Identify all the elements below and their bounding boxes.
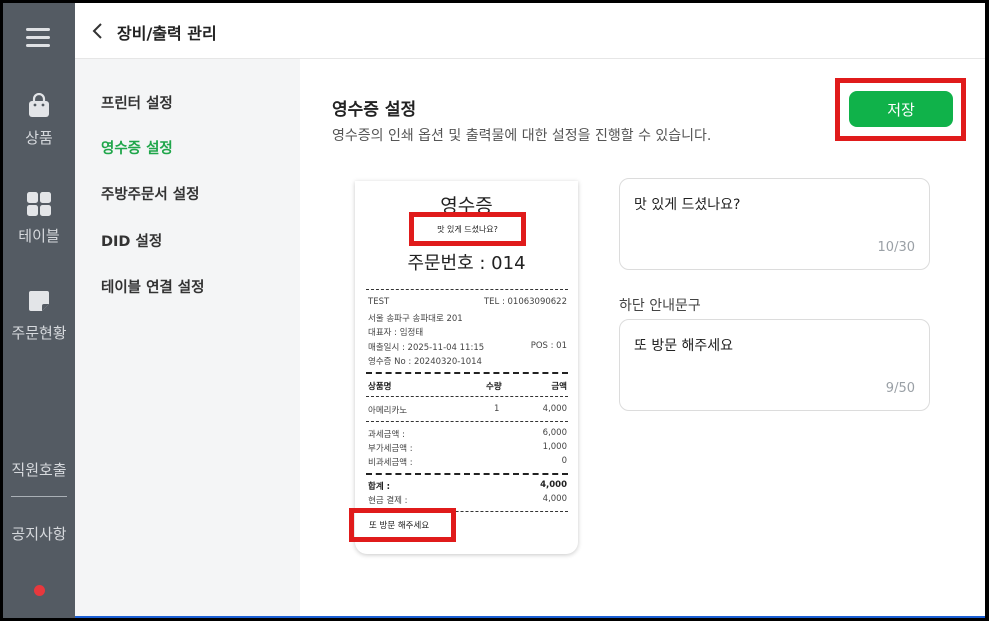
receipt-pos: POS : 01 bbox=[530, 341, 567, 351]
receipt-header-amount: 금액 bbox=[551, 382, 567, 392]
rail-item-label: 주문현황 bbox=[11, 324, 67, 342]
rail-divider bbox=[11, 496, 67, 497]
receipt-divider bbox=[366, 473, 568, 475]
receipt-nontax-value: 0 bbox=[561, 456, 567, 466]
receipt-total-label: 합계 : bbox=[368, 482, 390, 492]
status-dot bbox=[34, 585, 45, 596]
bottom-message-input[interactable]: 또 방문 해주세요 9/50 bbox=[619, 319, 930, 411]
rail-item-label: 직원호출 bbox=[11, 461, 67, 479]
receipt-tel: TEL : 01063090622 bbox=[483, 297, 567, 307]
app-window: 상품 테이블 주문현황 직원호출 공지사항 장비/출력 관리 프린터 설정 영수… bbox=[3, 3, 985, 618]
receipt-order-number: 주문번호 : 014 bbox=[407, 253, 526, 274]
receipt-item-name: 아메리카노 bbox=[368, 406, 408, 416]
menu-icon[interactable] bbox=[26, 28, 50, 48]
receipt-header-name: 상품명 bbox=[368, 382, 392, 392]
receipt-bottom-message: 또 방문 해주세요 bbox=[369, 521, 430, 531]
bottom-message-label: 하단 안내문구 bbox=[619, 298, 701, 314]
back-chevron-icon[interactable] bbox=[89, 21, 107, 41]
receipt-vat-value: 1,000 bbox=[542, 442, 567, 452]
receipt-store-row: TEST TEL : 01063090622 bbox=[368, 297, 567, 307]
settings-menu: 프린터 설정 영수증 설정 주방주문서 설정 DID 설정 테이블 연결 설정 bbox=[75, 59, 300, 618]
receipt-address: 서울 송파구 송파대로 201 bbox=[368, 314, 463, 324]
shopping-bag-icon bbox=[29, 93, 49, 117]
rail-item-order-status[interactable]: 주문현황 bbox=[3, 288, 75, 343]
receipt-store-name: TEST bbox=[368, 297, 390, 307]
bottom-message-value: 또 방문 해주세요 bbox=[634, 338, 734, 354]
receipt-divider bbox=[366, 289, 568, 290]
receipt-nontax-label: 비과세금액 : bbox=[368, 458, 413, 468]
receipt-item-qty: 1 bbox=[494, 404, 500, 414]
menu-item-table-link[interactable]: 테이블 연결 설정 bbox=[101, 276, 204, 297]
receipt-datetime-row: 매출일시 : 2025-11-04 11:15 POS : 01 bbox=[368, 341, 567, 353]
receipt-cash-value: 4,000 bbox=[542, 494, 567, 504]
receipt-total-row: 합계 : 4,000 bbox=[368, 480, 567, 492]
top-bar: 장비/출력 관리 bbox=[75, 3, 985, 59]
receipt-cash-row: 현금 결제 : 4,000 bbox=[368, 494, 567, 506]
receipt-header-qty: 수량 bbox=[486, 382, 502, 392]
bottom-message-char-count: 9/50 bbox=[885, 381, 915, 396]
rail-item-label: 공지사항 bbox=[11, 525, 67, 543]
menu-item-printer[interactable]: 프린터 설정 bbox=[101, 92, 173, 113]
receipt-owner-row: 대표자 : 임정태 bbox=[368, 326, 567, 338]
receipt-nontax-row: 비과세금액 : 0 bbox=[368, 456, 567, 468]
bottom-accent-line bbox=[75, 616, 985, 618]
section-title: 영수증 설정 bbox=[332, 100, 417, 120]
menu-item-receipt[interactable]: 영수증 설정 bbox=[101, 137, 173, 158]
rail-item-notice[interactable]: 공지사항 bbox=[3, 523, 75, 544]
rail-item-products[interactable]: 상품 bbox=[3, 93, 75, 148]
receipt-divider bbox=[366, 396, 568, 397]
top-message-value: 맛 있게 드셨나요? bbox=[634, 197, 741, 213]
save-button[interactable]: 저장 bbox=[849, 91, 953, 127]
receipt-taxable-label: 과세금액 : bbox=[368, 430, 405, 440]
note-icon bbox=[29, 291, 49, 311]
menu-item-did[interactable]: DID 설정 bbox=[101, 230, 162, 251]
top-message-input[interactable]: 맛 있게 드셨나요? 10/30 bbox=[619, 178, 930, 270]
receipt-top-message: 맛 있게 드셨나요? bbox=[437, 225, 498, 234]
receipt-item-row: 아메리카노 1 4,000 bbox=[368, 404, 567, 416]
receipt-taxable-value: 6,000 bbox=[542, 428, 567, 438]
rail-item-label: 테이블 bbox=[18, 227, 60, 245]
menu-item-kitchen-order[interactable]: 주방주문서 설정 bbox=[101, 183, 199, 204]
receipt-sale-datetime: 매출일시 : 2025-11-04 11:15 bbox=[368, 343, 485, 353]
receipt-total-value: 4,000 bbox=[540, 480, 567, 490]
receipt-no-row: 영수증 No : 20240320-1014 bbox=[368, 355, 567, 367]
rail-item-staff-call[interactable]: 직원호출 bbox=[3, 459, 75, 480]
receipt-address-row: 서울 송파구 송파대로 201 bbox=[368, 312, 567, 324]
receipt-cash-label: 현금 결제 : bbox=[368, 496, 408, 506]
page-title: 장비/출력 관리 bbox=[117, 24, 217, 43]
rail-item-tables[interactable]: 테이블 bbox=[3, 191, 75, 246]
rail-item-label: 상품 bbox=[25, 129, 53, 147]
receipt-divider bbox=[366, 421, 568, 422]
receipt-vat-label: 부가세금액 : bbox=[368, 444, 413, 454]
receipt-divider bbox=[366, 372, 568, 374]
left-rail: 상품 테이블 주문현황 직원호출 공지사항 bbox=[3, 3, 75, 618]
receipt-taxable-row: 과세금액 : 6,000 bbox=[368, 428, 567, 440]
grid-icon bbox=[27, 192, 51, 216]
section-description: 영수증의 인쇄 옵션 및 출력물에 대한 설정을 진행할 수 있습니다. bbox=[332, 128, 712, 144]
receipt-item-amount: 4,000 bbox=[542, 404, 567, 414]
receipt-vat-row: 부가세금액 : 1,000 bbox=[368, 442, 567, 454]
receipt-no: 영수증 No : 20240320-1014 bbox=[368, 357, 482, 367]
receipt-owner: 대표자 : 임정태 bbox=[368, 328, 424, 338]
receipt-preview: 영수증 맛 있게 드셨나요? 주문번호 : 014 TEST TEL : 010… bbox=[349, 181, 578, 554]
receipt-header-row: 상품명 수량 금액 bbox=[368, 380, 567, 392]
top-message-char-count: 10/30 bbox=[877, 240, 915, 255]
